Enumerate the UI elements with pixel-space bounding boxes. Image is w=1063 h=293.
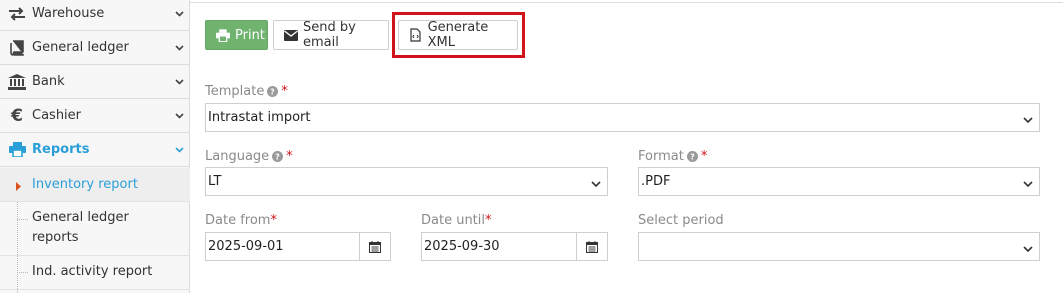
sidebar-item-label: Bank bbox=[32, 74, 65, 89]
select-period-select[interactable] bbox=[638, 232, 1040, 261]
chevron-down-icon bbox=[1023, 177, 1033, 188]
chevron-down-icon bbox=[591, 177, 601, 188]
question-circle-icon[interactable]: ? bbox=[272, 151, 284, 162]
required-mark: * bbox=[700, 149, 708, 164]
chevron-down-icon bbox=[174, 111, 184, 121]
printer-icon bbox=[216, 28, 230, 42]
required-mark: * bbox=[270, 213, 277, 228]
format-label-text: Format bbox=[638, 149, 684, 164]
template-select[interactable]: Intrastat import bbox=[205, 103, 1040, 132]
calendar-icon[interactable] bbox=[576, 233, 607, 260]
template-value: Intrastat import bbox=[208, 110, 311, 125]
send-by-email-button[interactable]: Send by email bbox=[273, 20, 389, 50]
format-value: .PDF bbox=[641, 174, 671, 189]
sidebar-item-reports[interactable]: Reports bbox=[0, 133, 190, 167]
send-by-email-label: Send by email bbox=[303, 20, 356, 50]
bank-icon bbox=[7, 72, 27, 92]
sidebar-subitem-general-ledger-reports[interactable]: General ledger reports bbox=[0, 202, 190, 256]
format-select[interactable]: .PDF bbox=[638, 167, 1040, 196]
sidebar: Warehouse General ledger Bank € Cashier bbox=[0, 0, 190, 293]
svg-text:?: ? bbox=[275, 153, 280, 162]
date-from-input[interactable]: 2025-09-01 bbox=[205, 232, 391, 261]
sidebar-subitem-label: Inventory report bbox=[32, 177, 138, 192]
euro-icon: € bbox=[11, 105, 23, 126]
date-from-label-text: Date from bbox=[205, 213, 271, 228]
required-mark: * bbox=[286, 149, 293, 164]
question-circle-icon[interactable]: ? bbox=[686, 151, 698, 162]
arrows-exchange-icon bbox=[7, 4, 27, 24]
language-value: LT bbox=[208, 174, 222, 189]
chevron-down-icon bbox=[174, 43, 184, 53]
language-select[interactable]: LT bbox=[205, 167, 608, 196]
sidebar-item-general-ledger[interactable]: General ledger bbox=[0, 31, 190, 65]
print-label: Print bbox=[235, 27, 265, 43]
print-button[interactable]: Print bbox=[205, 20, 268, 50]
svg-text:?: ? bbox=[690, 153, 695, 162]
calendar-icon[interactable] bbox=[359, 233, 390, 260]
chevron-down-icon bbox=[1023, 242, 1033, 253]
sidebar-item-label: Warehouse bbox=[32, 6, 105, 21]
chevron-down-icon bbox=[174, 77, 184, 87]
language-label: Language ? * bbox=[205, 149, 293, 164]
sidebar-item-label: Cashier bbox=[32, 108, 82, 123]
format-label: Format ? * bbox=[638, 149, 707, 164]
date-from-label: Date from * bbox=[205, 213, 277, 228]
question-circle-icon[interactable]: ? bbox=[267, 86, 279, 97]
svg-text:?: ? bbox=[271, 88, 276, 97]
generate-xml-button[interactable]: Generate XML bbox=[398, 20, 518, 50]
sidebar-item-label: Reports bbox=[32, 142, 90, 157]
sidebar-item-warehouse[interactable]: Warehouse bbox=[0, 0, 190, 31]
generate-xml-label: Generate XML bbox=[427, 20, 489, 50]
file-code-icon bbox=[409, 28, 423, 42]
printer-icon bbox=[7, 140, 27, 160]
date-until-input[interactable]: 2025-09-30 bbox=[421, 232, 608, 261]
tree-connector bbox=[17, 219, 28, 220]
template-label-text: Template bbox=[205, 84, 265, 99]
sidebar-subitem-inventory-report[interactable]: Inventory report bbox=[0, 168, 190, 202]
language-label-text: Language bbox=[205, 149, 270, 164]
sidebar-subitem-ind-activity-report[interactable]: Ind. activity report bbox=[0, 256, 190, 290]
book-icon bbox=[7, 38, 27, 58]
chevron-down-icon bbox=[174, 9, 184, 19]
sidebar-item-bank[interactable]: Bank bbox=[0, 65, 190, 99]
tree-connector bbox=[17, 272, 28, 273]
date-until-value: 2025-09-30 bbox=[424, 239, 500, 254]
caret-right-icon bbox=[16, 180, 21, 195]
chevron-down-icon bbox=[174, 145, 184, 155]
envelope-icon bbox=[284, 28, 298, 42]
sidebar-item-cashier[interactable]: € Cashier bbox=[0, 99, 190, 133]
select-period-label: Select period bbox=[638, 213, 724, 228]
required-mark: * bbox=[281, 84, 288, 99]
top-divider bbox=[190, 0, 1063, 3]
date-from-value: 2025-09-01 bbox=[208, 239, 284, 254]
required-mark: * bbox=[485, 213, 492, 228]
template-label: Template ? * bbox=[205, 84, 288, 99]
sidebar-subitem-label: Ind. activity report bbox=[32, 264, 153, 279]
select-period-label-text: Select period bbox=[638, 213, 724, 228]
sidebar-subitem-label: General ledger reports bbox=[32, 210, 129, 245]
date-until-label-text: Date until bbox=[421, 213, 486, 228]
chevron-down-icon bbox=[1023, 113, 1033, 124]
sidebar-item-label: General ledger bbox=[32, 40, 129, 55]
date-until-label: Date until * bbox=[421, 213, 492, 228]
